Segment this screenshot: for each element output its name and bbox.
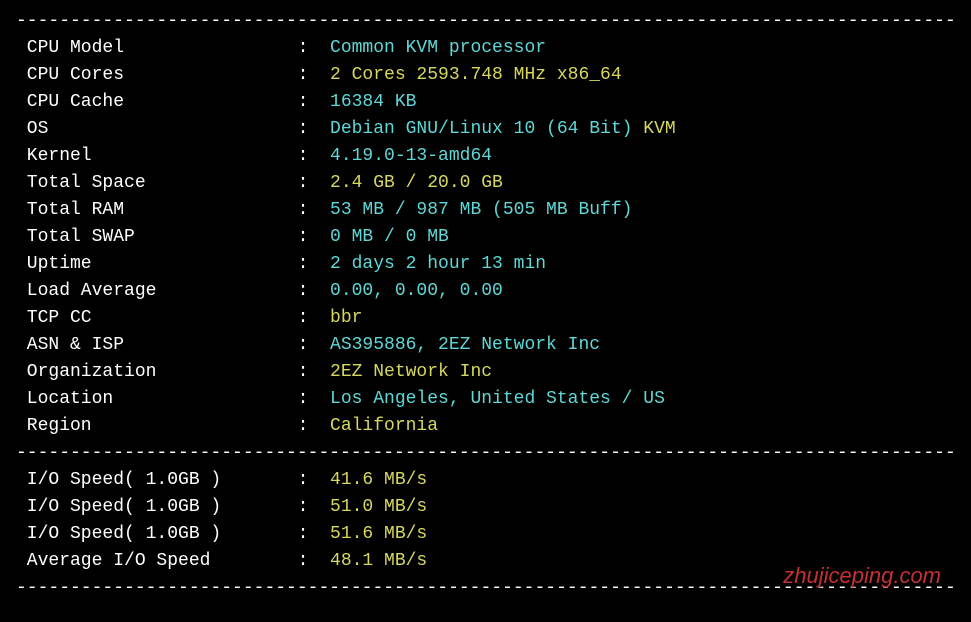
- colon: :: [276, 197, 330, 224]
- value-tcp-cc: bbr: [330, 305, 362, 332]
- row-cpu-model: CPU Model : Common KVM processor: [16, 35, 955, 62]
- value-total-swap: 0 MB / 0 MB: [330, 224, 449, 251]
- value-io-avg: 48.1 MB/s: [330, 548, 427, 575]
- value-kernel: 4.19.0-13-amd64: [330, 143, 492, 170]
- row-total-swap: Total SWAP : 0 MB / 0 MB: [16, 224, 955, 251]
- row-io1: I/O Speed( 1.0GB ) : 41.6 MB/s: [16, 467, 955, 494]
- row-uptime: Uptime : 2 days 2 hour 13 min: [16, 251, 955, 278]
- value-io2: 51.0 MB/s: [330, 494, 427, 521]
- colon: :: [276, 224, 330, 251]
- row-kernel: Kernel : 4.19.0-13-amd64: [16, 143, 955, 170]
- label-uptime: Uptime: [16, 251, 276, 278]
- colon: :: [276, 143, 330, 170]
- colon: :: [276, 467, 330, 494]
- label-load-avg: Load Average: [16, 278, 276, 305]
- watermark: zhujiceping.com: [783, 559, 941, 592]
- label-organization: Organization: [16, 359, 276, 386]
- value-total-space: 2.4 GB / 20.0 GB: [330, 170, 503, 197]
- row-region: Region : California: [16, 413, 955, 440]
- colon: :: [276, 170, 330, 197]
- divider-mid: ----------------------------------------…: [16, 440, 955, 467]
- label-io-avg: Average I/O Speed: [16, 548, 276, 575]
- row-os: OS : Debian GNU/Linux 10 (64 Bit) KVM: [16, 116, 955, 143]
- row-location: Location : Los Angeles, United States / …: [16, 386, 955, 413]
- row-load-avg: Load Average : 0.00, 0.00, 0.00: [16, 278, 955, 305]
- colon: :: [276, 116, 330, 143]
- row-asn-isp: ASN & ISP : AS395886, 2EZ Network Inc: [16, 332, 955, 359]
- row-io3: I/O Speed( 1.0GB ) : 51.6 MB/s: [16, 521, 955, 548]
- label-cpu-model: CPU Model: [16, 35, 276, 62]
- label-cpu-cache: CPU Cache: [16, 89, 276, 116]
- row-organization: Organization : 2EZ Network Inc: [16, 359, 955, 386]
- colon: :: [276, 35, 330, 62]
- colon: :: [276, 548, 330, 575]
- divider-top: ----------------------------------------…: [16, 8, 955, 35]
- row-cpu-cache: CPU Cache : 16384 KB: [16, 89, 955, 116]
- value-cpu-cores: 2 Cores 2593.748 MHz x86_64: [330, 62, 622, 89]
- label-total-ram: Total RAM: [16, 197, 276, 224]
- colon: :: [276, 332, 330, 359]
- value-os-part1: Debian GNU/Linux 10 (64 Bit): [330, 116, 643, 143]
- label-io2: I/O Speed( 1.0GB ): [16, 494, 276, 521]
- colon: :: [276, 305, 330, 332]
- colon: :: [276, 89, 330, 116]
- label-kernel: Kernel: [16, 143, 276, 170]
- value-location: Los Angeles, United States / US: [330, 386, 665, 413]
- label-total-swap: Total SWAP: [16, 224, 276, 251]
- value-cpu-cache: 16384 KB: [330, 89, 416, 116]
- label-region: Region: [16, 413, 276, 440]
- value-uptime: 2 days 2 hour 13 min: [330, 251, 546, 278]
- label-io1: I/O Speed( 1.0GB ): [16, 467, 276, 494]
- value-asn-isp: AS395886, 2EZ Network Inc: [330, 332, 600, 359]
- value-os-part2: KVM: [643, 116, 675, 143]
- label-io3: I/O Speed( 1.0GB ): [16, 521, 276, 548]
- colon: :: [276, 251, 330, 278]
- label-cpu-cores: CPU Cores: [16, 62, 276, 89]
- value-io3: 51.6 MB/s: [330, 521, 427, 548]
- label-total-space: Total Space: [16, 170, 276, 197]
- row-total-space: Total Space : 2.4 GB / 20.0 GB: [16, 170, 955, 197]
- value-organization: 2EZ Network Inc: [330, 359, 492, 386]
- label-tcp-cc: TCP CC: [16, 305, 276, 332]
- colon: :: [276, 386, 330, 413]
- colon: :: [276, 521, 330, 548]
- value-region: California: [330, 413, 438, 440]
- value-total-ram: 53 MB / 987 MB (505 MB Buff): [330, 197, 632, 224]
- value-io1: 41.6 MB/s: [330, 467, 427, 494]
- row-cpu-cores: CPU Cores : 2 Cores 2593.748 MHz x86_64: [16, 62, 955, 89]
- row-tcp-cc: TCP CC : bbr: [16, 305, 955, 332]
- colon: :: [276, 494, 330, 521]
- value-cpu-model: Common KVM processor: [330, 35, 546, 62]
- label-os: OS: [16, 116, 276, 143]
- label-location: Location: [16, 386, 276, 413]
- colon: :: [276, 413, 330, 440]
- colon: :: [276, 278, 330, 305]
- value-load-avg: 0.00, 0.00, 0.00: [330, 278, 503, 305]
- colon: :: [276, 62, 330, 89]
- row-io2: I/O Speed( 1.0GB ) : 51.0 MB/s: [16, 494, 955, 521]
- row-total-ram: Total RAM : 53 MB / 987 MB (505 MB Buff): [16, 197, 955, 224]
- colon: :: [276, 359, 330, 386]
- label-asn-isp: ASN & ISP: [16, 332, 276, 359]
